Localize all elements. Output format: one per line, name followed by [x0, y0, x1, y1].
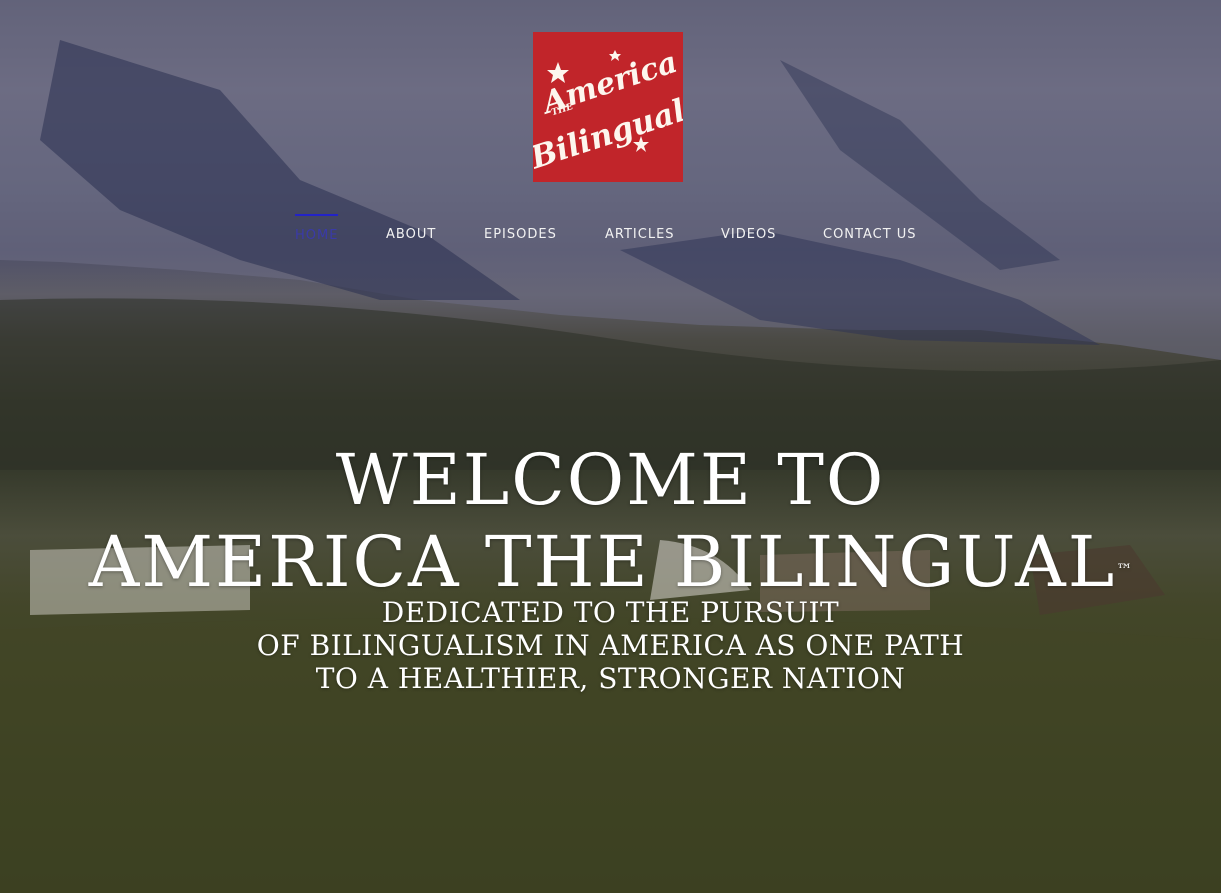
nav-item-about[interactable]: ABOUT — [386, 214, 436, 254]
hero-title-brand: AMERICA THE BILINGUAL — [88, 520, 1117, 603]
nav-item-videos[interactable]: VIDEOS — [721, 214, 776, 254]
hero-title-line-2: AMERICA THE BILINGUAL™ — [0, 521, 1221, 603]
hero-title: WELCOME TO AMERICA THE BILINGUAL™ — [0, 439, 1221, 603]
trademark-symbol: ™ — [1116, 559, 1133, 579]
logo-mark: America THE Bilingual — [525, 32, 690, 182]
nav-item-articles[interactable]: ARTICLES — [605, 214, 675, 254]
hero-title-line-1: WELCOME TO — [335, 438, 886, 521]
nav-item-home[interactable]: HOME — [295, 214, 339, 256]
hero-subtitle-line-1: DEDICATED TO THE PURSUIT — [381, 596, 840, 629]
hero-subtitle: DEDICATED TO THE PURSUIT OF BILINGUALISM… — [0, 596, 1221, 695]
main-nav: HOME ABOUT EPISODES ARTICLES VIDEOS CONT… — [0, 214, 1221, 254]
nav-item-episodes[interactable]: EPISODES — [484, 214, 557, 254]
nav-item-contact-us[interactable]: CONTACT US — [823, 214, 917, 254]
hero-subtitle-line-3: TO A HEALTHIER, STRONGER NATION — [315, 662, 906, 695]
hero-subtitle-line-2: OF BILINGUALISM IN AMERICA AS ONE PATH — [256, 629, 965, 662]
site-logo[interactable]: America THE Bilingual — [525, 32, 690, 182]
